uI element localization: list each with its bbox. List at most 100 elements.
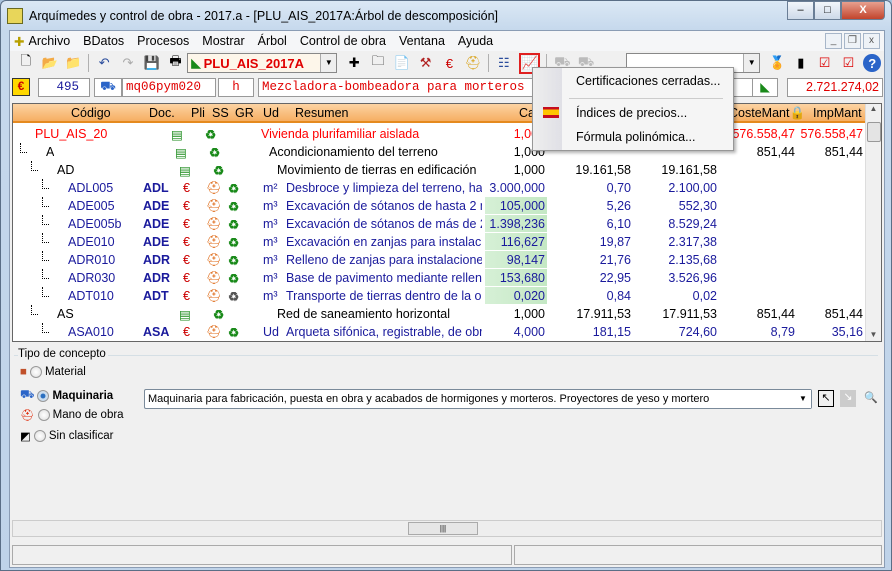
menu-control-de-obra[interactable]: Control de obra [300,34,386,48]
waste-recycle-icon[interactable]: ♻ [228,181,239,196]
table-row[interactable]: ADE005b ADE € ⛑ ♻ m³ Excavación de sótanos de … [13,215,866,233]
waste-recycle-icon[interactable]: ♻ [228,235,239,250]
help-icon[interactable]: ? [863,54,882,72]
safety-cone-icon[interactable]: ⛑ [206,253,222,268]
vertical-scrollbar[interactable]: ▲ ▼ [865,104,881,341]
table-row[interactable]: ASA010 ASA € ⛑ ♻ Ud Arqueta sifónica, registra… [13,323,866,341]
menu-item-formula-polinomica[interactable]: Fórmula polinómica... [576,130,696,144]
open-folder-icon[interactable]: 📂 [41,54,59,72]
col-gr[interactable]: GR [235,106,254,120]
app-menu-icon[interactable]: ✚ [14,34,24,49]
documents-icon[interactable]: € [183,217,190,231]
menu-procesos[interactable]: Procesos [137,34,189,48]
col-impmant[interactable]: ImpMant [813,106,862,120]
documents-icon[interactable]: € [183,199,190,213]
table-row[interactable]: ADE005 ADE € ⛑ ♻ m³ Excavación de sótanos de h… [13,197,866,215]
table-row[interactable]: ADT010 ADT € ⛑ ♻ m³ Transporte de tierras dent… [13,287,866,305]
safety-cone-icon[interactable]: ⛑ [206,289,222,304]
category-select[interactable]: Maquinaria para fabricación, puesta en o… [144,389,812,409]
table-row[interactable]: ADR010 ADR € ⛑ ♻ m³ Relleno de zanjas para ins… [13,251,866,269]
waste-recycle-icon[interactable]: ♻ [228,217,239,232]
col-doc[interactable]: Doc. [149,106,175,120]
document-lines-icon[interactable]: 📄 [393,54,411,72]
menu-item-certificaciones-cerradas[interactable]: Certificaciones cerradas... [576,74,721,88]
mobile-icon[interactable]: ▮ [792,54,810,72]
mdi-restore-button[interactable]: ❐ [844,33,861,49]
waste-recycle-icon[interactable]: ♻ [228,289,239,304]
col-resumen[interactable]: Resumen [295,106,349,120]
project-combo[interactable]: ◣ PLU_AIS_2017A ▼ [187,53,338,73]
documents-icon[interactable]: € [183,235,190,249]
safety-cone-icon[interactable]: ⛑ [206,271,222,286]
table-row[interactable]: A ▤ ♻ Acondicionamiento del terreno 1,000 851… [13,143,866,161]
safety-cone-icon[interactable]: ⛑ [206,181,222,196]
concept-type-icon[interactable]: ⛟ [94,78,122,97]
chevron-down-icon[interactable]: ▼ [320,54,337,72]
save-icon[interactable]: 💾 [143,54,161,72]
new-file-icon[interactable]: 🗋 [17,53,35,72]
menu-archivo[interactable]: Archivo [28,34,70,48]
radio-sin-clasificar[interactable]: ◩ Sin clasificar [20,429,113,443]
waste-recycle-icon[interactable]: ♻ [228,325,239,340]
menu-arbol[interactable]: Árbol [258,34,287,48]
documents-icon[interactable]: ▤ [171,127,183,142]
measure-icon[interactable]: ⚒ [417,54,435,72]
documents-icon[interactable]: € [183,253,190,267]
chevron-down-icon[interactable]: ▼ [795,390,811,408]
waste-recycle-icon[interactable]: ♻ [213,163,224,178]
horizontal-scrollbar[interactable]: ||| [12,520,882,537]
documents-icon[interactable]: € [183,325,190,339]
radio-mano-de-obra[interactable]: ⛑ Mano de obra [20,408,124,422]
mdi-close-button[interactable]: x [863,33,880,49]
menu-item-indices-de-precios[interactable]: Índices de precios... [576,106,687,120]
helmet-icon[interactable]: ⛑ [464,54,482,72]
documents-icon[interactable]: ▤ [175,145,187,160]
code-field[interactable]: mq06pym020 [122,78,216,97]
menu-mostrar[interactable]: Mostrar [202,34,244,48]
waste-recycle-icon[interactable]: ♻ [213,307,224,322]
documents-icon[interactable]: € [183,181,190,195]
table-row[interactable]: ◣PLU_AIS_20▤♻Vivienda plurifamiliar aisl… [13,125,866,143]
radio-material[interactable]: ■ Material [20,366,86,378]
mdi-minimize-button[interactable]: _ [825,33,842,49]
col-ss[interactable]: SS [212,106,229,120]
table-row[interactable]: ADR030 ADR € ⛑ ♻ m³ Base de pavimento mediante… [13,269,866,287]
waste-recycle-icon[interactable]: ♻ [209,145,220,160]
certificate-icon[interactable]: 🏅 [768,54,786,72]
safety-cone-icon[interactable]: ⛑ [206,325,222,340]
safety-cone-icon[interactable]: ⛑ [206,235,222,250]
redo-icon[interactable]: ↷ [119,54,137,72]
table-row[interactable]: AS ▤ ♻ Red de saneamiento horizontal 1,000 17… [13,305,866,323]
table-row[interactable]: ADE010 ADE € ⛑ ♻ m³ Excavación en zanjas para … [13,233,866,251]
open-remote-icon[interactable]: 📁 [65,54,83,72]
col-costemant[interactable]: CosteMant🔒 [729,106,805,121]
documents-icon[interactable]: € [183,289,190,303]
waste-recycle-icon[interactable]: ♻ [205,127,216,142]
table-row[interactable]: AD ▤ ♻ Movimiento de tierras en edificación… [13,161,866,179]
col-ud[interactable]: Ud [263,106,279,120]
menu-ventana[interactable]: Ventana [399,34,445,48]
scrollbar-thumb[interactable] [867,122,881,142]
folder-bar-icon[interactable]: 🗀 [369,53,387,72]
table-row[interactable]: ADL005 ADL € ⛑ ♻ m² Desbroce y limpieza del te… [13,179,866,197]
documents-icon[interactable]: ▤ [179,307,191,322]
chevron-down-icon[interactable]: ▼ [743,54,760,72]
add-concept-icon[interactable]: ✚ [345,54,363,72]
radio-maquinaria[interactable]: ⛟ Maquinaria [20,388,113,403]
checklist-flag-icon[interactable]: ☑ [840,54,858,72]
maximize-button[interactable]: □ [814,1,841,20]
checklist-icon[interactable]: ☑ [816,54,834,72]
pointer-icon[interactable]: ↖ [818,390,834,407]
close-button[interactable]: X [841,1,885,20]
price-scroll-icon[interactable]: € [440,54,458,72]
documents-icon[interactable]: ▤ [179,163,191,178]
col-codigo[interactable]: Código [71,106,111,120]
print-icon[interactable]: 🖶 [167,53,185,72]
waste-recycle-icon[interactable]: ♻ [228,199,239,214]
unit-field[interactable]: h [218,78,254,97]
safety-cone-icon[interactable]: ⛑ [206,217,222,232]
menu-ayuda[interactable]: Ayuda [458,34,493,48]
price-tree-icon[interactable]: ◣ [752,78,778,97]
safety-cone-icon[interactable]: ⛑ [206,199,222,214]
col-pli[interactable]: Pli [191,106,205,120]
